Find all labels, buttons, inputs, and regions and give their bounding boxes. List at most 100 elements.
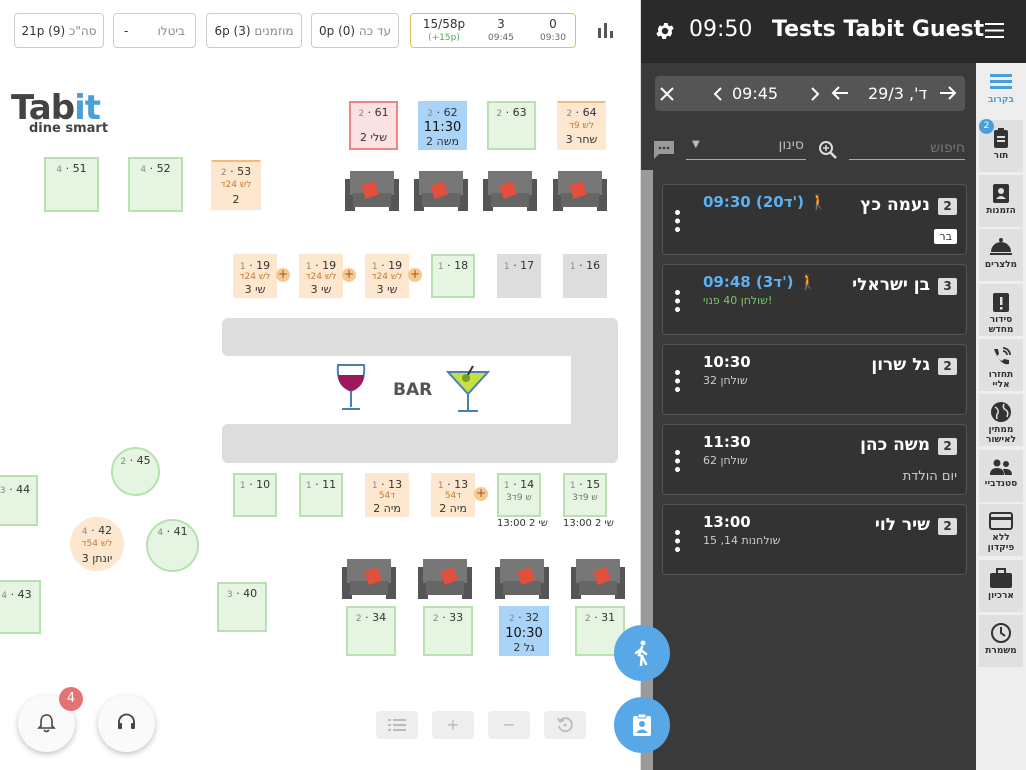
- menu-icon[interactable]: [985, 23, 1004, 38]
- more-options-icon[interactable]: [675, 210, 680, 232]
- table-11[interactable]: 1 · 11: [299, 473, 343, 517]
- support-button[interactable]: [98, 695, 155, 752]
- table-17[interactable]: 1 · 17: [497, 254, 541, 298]
- arrow-left-icon[interactable]: [831, 85, 849, 101]
- plus-icon[interactable]: +: [474, 487, 488, 501]
- table-40[interactable]: 3 · 40: [217, 582, 267, 632]
- table-33[interactable]: 2 · 33: [423, 606, 473, 656]
- nav-label: ארכיון: [988, 591, 1014, 601]
- table-64[interactable]: 2 · 64 לש 9ד שחר 3: [557, 101, 606, 150]
- nav-standby[interactable]: סטנדביי: [979, 450, 1023, 502]
- total-stat[interactable]: 21p (9) סה"כ: [14, 13, 104, 48]
- table-15[interactable]: 1 · 15 3ש 9ד: [563, 473, 607, 517]
- chat-icon[interactable]: [653, 140, 675, 160]
- search-icon[interactable]: [818, 140, 838, 160]
- t19a-guest: שי 3: [244, 283, 266, 296]
- table-19-a[interactable]: 1 · 19 לש 24ד שי 3: [233, 254, 277, 298]
- chevron-left-icon[interactable]: [713, 87, 723, 101]
- table-19a-num: 1 · 19: [239, 259, 271, 272]
- table-41[interactable]: 4 · 41: [146, 519, 199, 572]
- plus-icon[interactable]: +: [408, 268, 422, 282]
- table-51[interactable]: 4 · 51: [44, 157, 99, 212]
- table-53[interactable]: 2 · 53 לש 24ד 2: [211, 160, 261, 210]
- res-time: 09:30 (20ד'): [703, 193, 804, 211]
- sofa-icon: [342, 559, 396, 599]
- table-44[interactable]: 3 · 44: [0, 475, 38, 526]
- nav-label: מלצרים: [984, 260, 1018, 270]
- plus-icon[interactable]: +: [342, 268, 356, 282]
- app-root: 21p (9) סה"כ - ביטלו 6p (3) מוזמנים 0p (0…: [0, 0, 1026, 770]
- arrivals-stats[interactable]: 0 09:30 3 09:45 15/58p (+15p): [410, 13, 576, 48]
- t18-cap: 1: [437, 262, 444, 272]
- table-34[interactable]: 2 · 34: [346, 606, 396, 656]
- table-62[interactable]: 2 · 62 11:30 משה 2: [418, 101, 467, 150]
- reservation-card[interactable]: 10:30 שולחן 32 גל שרון 2: [662, 344, 967, 415]
- table-19-b[interactable]: 1 · 19 לש 24ד שי 3: [299, 254, 343, 298]
- nav-reservations[interactable]: הזמנות: [979, 175, 1023, 227]
- reservation-card[interactable]: 11:30 שולחן 62 משה כהן 2 יום הולדת: [662, 424, 967, 495]
- selected-date[interactable]: ד', 29/3: [868, 84, 927, 103]
- reservation-card[interactable]: 09:30 (20ד') 🚶 נעמה כץ 2 בר: [662, 184, 967, 255]
- nav-waiters[interactable]: מלצרים: [979, 229, 1023, 281]
- table-14[interactable]: 1 · 14 3ש 9ד: [497, 473, 541, 517]
- table-63[interactable]: 2 · 63: [487, 101, 536, 150]
- reservation-card[interactable]: 13:00 שולחנות 14, 15 שיר לוי 2: [662, 504, 967, 575]
- filter-label: סינון: [778, 137, 804, 153]
- more-options-icon[interactable]: [675, 290, 680, 312]
- arrow-right-icon[interactable]: [939, 85, 957, 101]
- gear-icon[interactable]: [654, 20, 676, 42]
- nav-callback[interactable]: תחזרו אליי: [979, 339, 1023, 391]
- party-size: 3: [938, 278, 957, 295]
- search-input[interactable]: [849, 136, 965, 160]
- bar-chart-icon[interactable]: [597, 22, 615, 38]
- reset-view-button[interactable]: [544, 711, 586, 739]
- table-52-num: 4 · 52: [140, 162, 171, 175]
- t31-num: 31: [601, 611, 616, 624]
- invited-stat[interactable]: 6p (3) מוזמנים: [206, 13, 302, 48]
- t43-cap: 4: [1, 591, 8, 601]
- zoom-out-button[interactable]: −: [488, 711, 530, 739]
- zoom-in-button[interactable]: +: [432, 711, 474, 739]
- table-32[interactable]: 2 · 32 10:30 גל 2: [499, 606, 549, 656]
- table-19-c[interactable]: 1 · 19 לש 24ד שי 3: [365, 254, 409, 298]
- add-reservation-button[interactable]: [614, 697, 670, 753]
- table-42[interactable]: 4 · 42 לש 54ד יונתן 3: [70, 517, 124, 571]
- more-options-icon[interactable]: [675, 370, 680, 392]
- nav-rearrange[interactable]: סידור מחדש: [979, 284, 1023, 336]
- table-13-b[interactable]: 1 · 13 54ד מיה 2: [431, 473, 475, 517]
- table-52[interactable]: 4 · 52: [128, 157, 183, 212]
- t53-num: 53: [237, 165, 252, 178]
- nav-no-deposit[interactable]: ללא פיקדון: [979, 504, 1023, 556]
- table-43[interactable]: 4 · 43: [0, 580, 41, 634]
- until-now-stat[interactable]: 0p (0) עד כה: [311, 13, 399, 48]
- chevron-right-icon[interactable]: [810, 87, 820, 101]
- party-size: 2: [938, 198, 957, 215]
- table-45[interactable]: 2 · 45: [111, 447, 160, 496]
- table-13-a[interactable]: 1 · 13 54ד מיה 2: [365, 473, 409, 517]
- plus-icon[interactable]: +: [276, 268, 290, 282]
- t19a-detail: לש 24ד: [239, 272, 271, 282]
- table-18[interactable]: 1 · 18: [431, 254, 475, 298]
- plus-icon: +: [446, 715, 460, 734]
- more-options-icon[interactable]: [675, 530, 680, 552]
- selected-time[interactable]: 09:45: [732, 84, 778, 103]
- close-icon[interactable]: [659, 86, 675, 102]
- list-view-button[interactable]: [376, 711, 418, 739]
- cancelled-stat[interactable]: - ביטלו: [113, 13, 196, 48]
- nav-archive[interactable]: ארכיון: [979, 560, 1023, 612]
- filter-select[interactable]: ▼ סינון: [686, 136, 806, 160]
- nav-shift[interactable]: משמרת: [979, 615, 1023, 667]
- reservation-card[interactable]: 09:48 (3ד') 🚶 שולחן 40 פנוי! בן ישראלי 3: [662, 264, 967, 335]
- walk-in-button[interactable]: [614, 625, 670, 681]
- nav-pending[interactable]: ממתין לאישור: [979, 394, 1023, 446]
- table-42-num: 4 · 42: [81, 524, 113, 537]
- t14-num: 14: [520, 478, 535, 491]
- nav-upcoming[interactable]: בקרוב: [979, 66, 1023, 118]
- table-61[interactable]: 2 · 61 שלי 2: [349, 101, 398, 150]
- table-16[interactable]: 1 · 16: [563, 254, 607, 298]
- t42-detail: לש 54ד: [81, 539, 113, 549]
- stat-col-3: 15/58p (+15p): [419, 17, 469, 45]
- more-options-icon[interactable]: [675, 450, 680, 472]
- table-10[interactable]: 1 · 10: [233, 473, 277, 517]
- t17-cap: 1: [503, 262, 510, 272]
